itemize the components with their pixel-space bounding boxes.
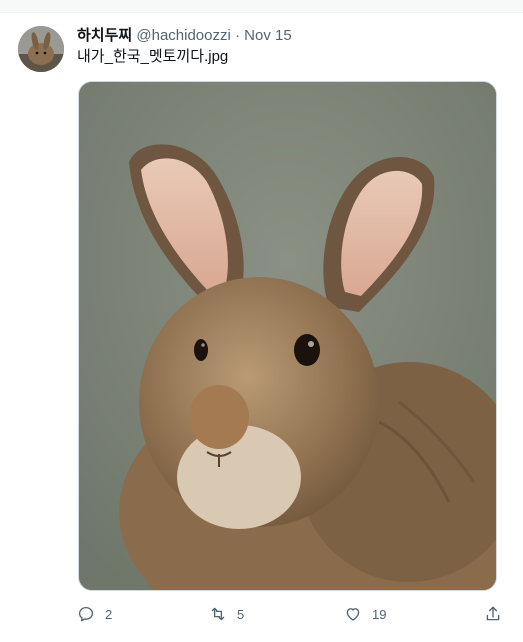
retweet-button[interactable]: 5: [209, 602, 244, 626]
tweet[interactable]: 하치두찌 @hachidoozzi · Nov 15 내가_한국_멧토끼다.jp…: [0, 12, 523, 642]
like-button[interactable]: 19: [344, 602, 386, 626]
retweet-icon: [211, 607, 225, 621]
heart-icon: [346, 608, 360, 621]
retweet-count: 5: [237, 606, 245, 622]
tweet-media-image[interactable]: [78, 81, 497, 591]
separator-dot: ·: [235, 27, 240, 44]
rabbit-photo: [79, 82, 496, 590]
tweet-text: 내가_한국_멧토끼다.jpg: [77, 48, 229, 65]
tweet-header: 하치두찌 @hachidoozzi · Nov 15: [77, 26, 292, 46]
avatar-image: [18, 26, 64, 72]
like-count: 19: [372, 606, 387, 622]
tweet-actions: 2 5 19: [77, 602, 507, 626]
reply-icon: [78, 606, 94, 622]
avatar[interactable]: [18, 26, 64, 72]
share-icon: [486, 606, 500, 621]
user-handle[interactable]: @hachidoozzi: [136, 27, 230, 44]
reply-button[interactable]: 2: [77, 602, 112, 626]
share-button[interactable]: [484, 602, 502, 626]
tweet-date[interactable]: Nov 15: [244, 27, 292, 44]
reply-count: 2: [105, 606, 113, 622]
display-name[interactable]: 하치두찌: [77, 27, 132, 44]
